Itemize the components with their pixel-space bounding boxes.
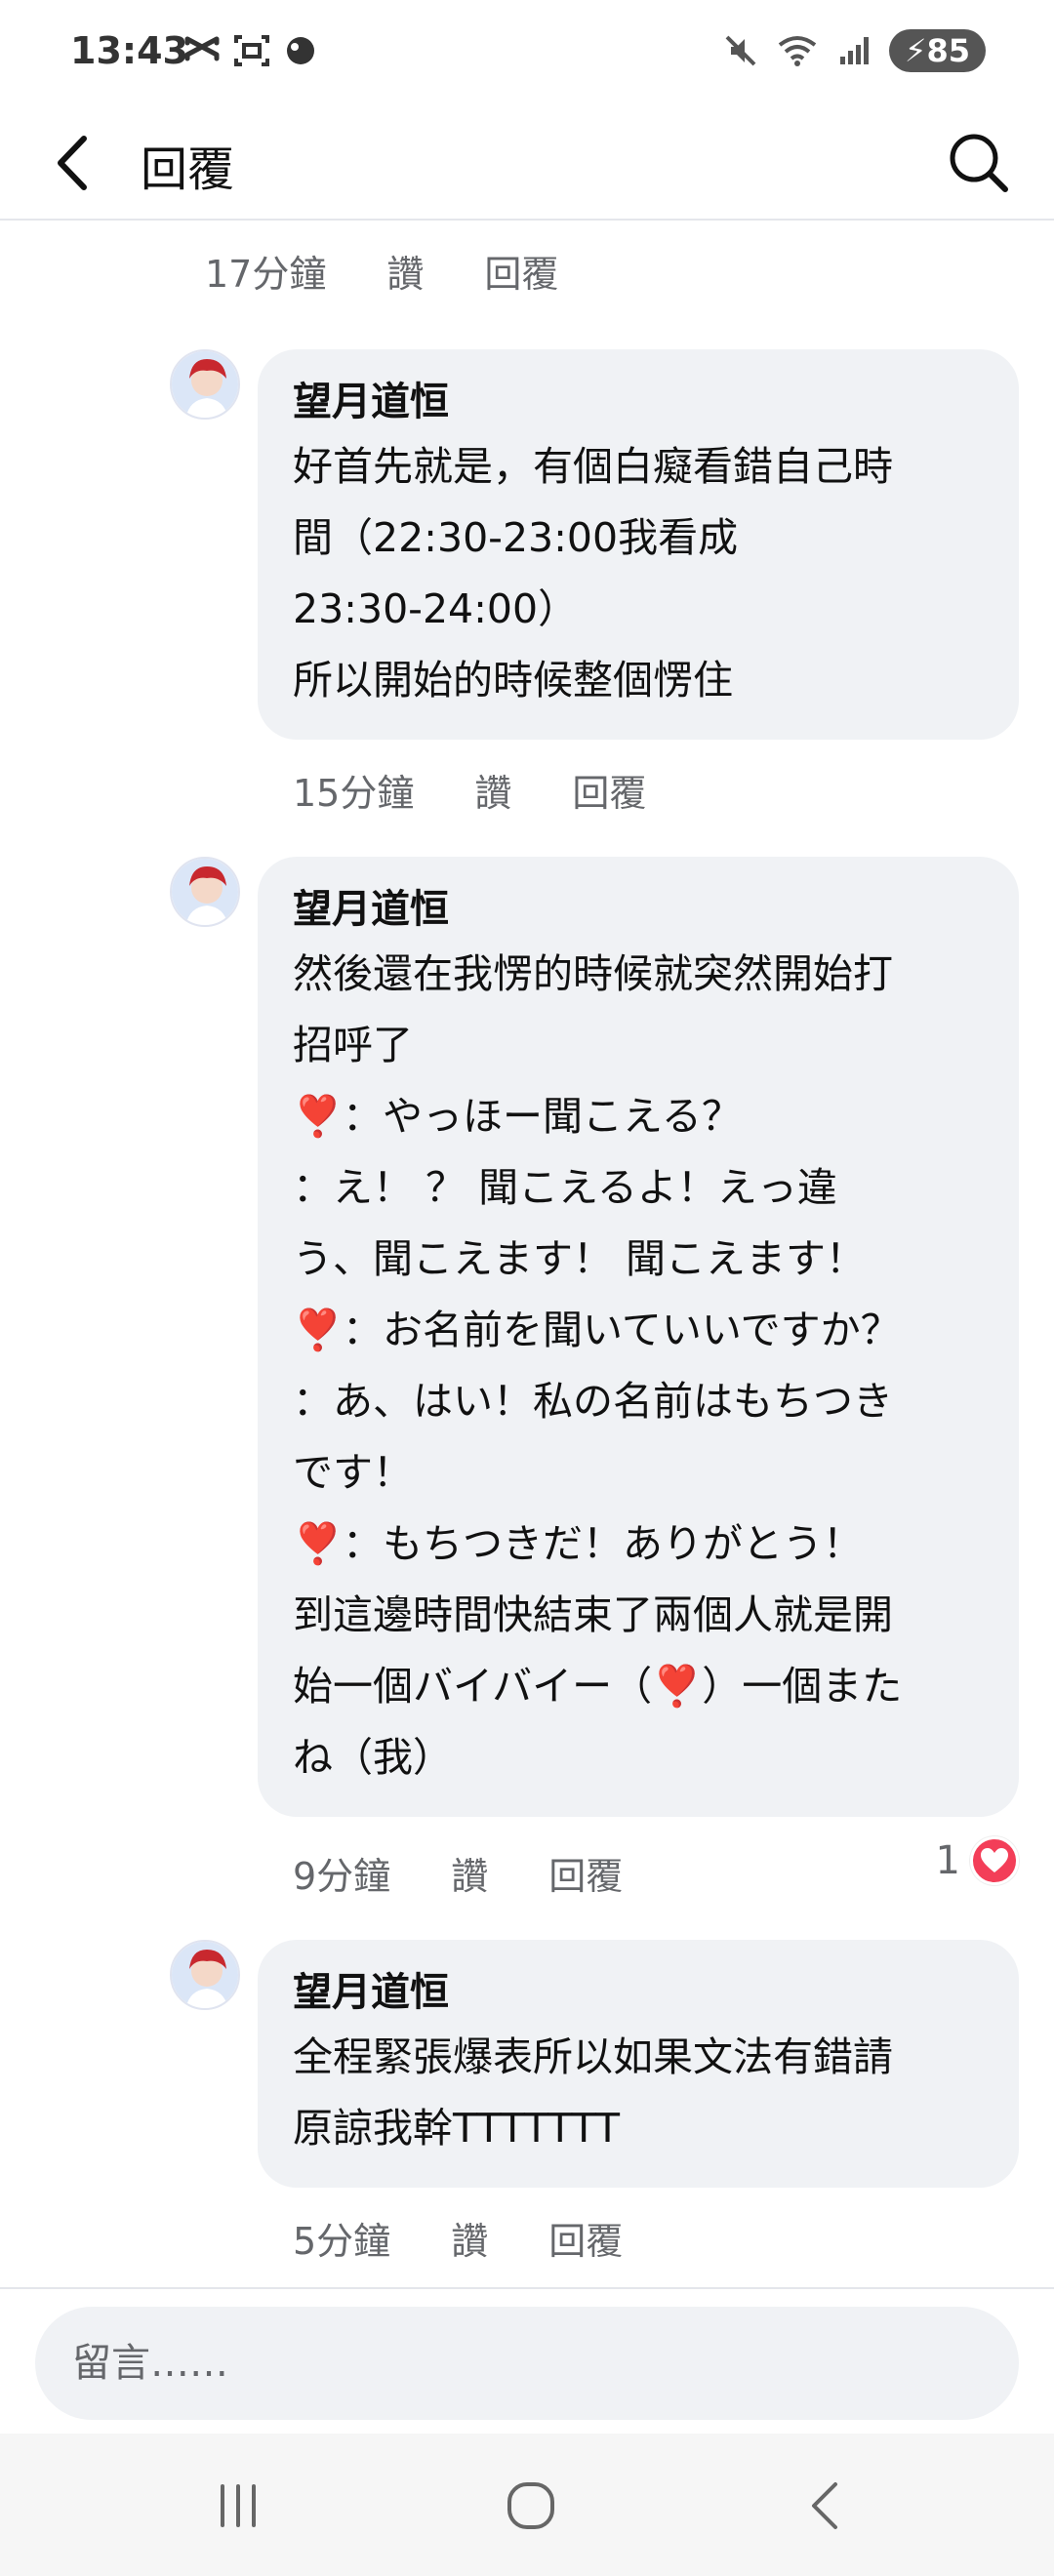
battery-indicator: ⚡85 bbox=[889, 29, 986, 72]
status-icons-right: ⚡85 bbox=[723, 29, 986, 72]
like-button[interactable]: 讚 bbox=[451, 2211, 488, 2265]
comment-time: 5分鐘 bbox=[293, 2220, 391, 2263]
home-icon[interactable] bbox=[492, 2475, 570, 2537]
comment-text-line: 所以開始的時候整個愣住 bbox=[293, 657, 733, 704]
commenter-name[interactable]: 望月道恒 bbox=[293, 880, 982, 939]
comment-time: 15分鐘 bbox=[293, 772, 415, 815]
comment-bubble[interactable]: 望月道恒 全程緊張爆表所以如果文法有錯請 原諒我幹TTTTTTT bbox=[258, 1940, 1019, 2188]
avatar-image bbox=[172, 351, 238, 418]
comment-thread: 17分鐘 讚 回覆 望月道恒 好首先就是，有個白癡看錯自己時 間（22:30-2… bbox=[0, 221, 1054, 2287]
reply-button[interactable]: 回覆 bbox=[548, 1846, 623, 1900]
comment-text-line: 好首先就是，有個白癡看錯自己時 bbox=[293, 443, 893, 490]
comment-meta-row: 15分鐘 讚 回覆 bbox=[293, 763, 646, 817]
system-nav-bar bbox=[0, 2434, 1054, 2576]
comment-text-line: ❣️：もちつきだ！ありがとう！ bbox=[293, 1520, 864, 1567]
comment-text-line: 到這邊時間快結束了兩個人就是開 bbox=[293, 1591, 893, 1638]
comment-text-line: 全程緊張爆表所以如果文法有錯請 bbox=[293, 2033, 893, 2080]
comment-meta-row: 9分鐘 讚 回覆 bbox=[293, 1846, 623, 1900]
status-bar: 13:43 ⚡85 bbox=[0, 0, 1054, 107]
search-icon[interactable] bbox=[943, 127, 1013, 197]
avatar-image bbox=[172, 1942, 238, 2008]
comment-text-line: 始一個バイバイー（❣️）一個また bbox=[293, 1663, 903, 1710]
comment-text-line: 原諒我幹TTTTTTT bbox=[293, 2105, 620, 2152]
comment-text-line: です！ bbox=[293, 1449, 413, 1496]
reply-button[interactable]: 回覆 bbox=[548, 2211, 623, 2265]
mute-icon bbox=[725, 35, 756, 66]
heart-reaction-icon bbox=[970, 1836, 1019, 1885]
back-arrow-icon[interactable] bbox=[45, 129, 103, 197]
comment-time: 17分鐘 bbox=[205, 253, 327, 296]
comment-text-line: う、聞こえます！ 聞こえます！ bbox=[293, 1235, 867, 1282]
comment-text-line: ❣️：やっほー聞こえる？ bbox=[293, 1093, 742, 1140]
status-icons-left bbox=[183, 33, 320, 68]
reaction-count: 1 bbox=[935, 1838, 960, 1883]
comment-text-line: 23:30-24:00） bbox=[293, 585, 579, 632]
comment-time: 9分鐘 bbox=[293, 1855, 391, 1898]
like-button[interactable]: 讚 bbox=[474, 763, 511, 817]
comment-text-line: 招呼了 bbox=[293, 1022, 413, 1068]
status-time: 13:43 bbox=[70, 29, 188, 72]
avatar[interactable] bbox=[170, 1940, 240, 2010]
avatar-image bbox=[172, 859, 238, 925]
comment-input[interactable] bbox=[35, 2307, 1019, 2420]
back-nav-icon[interactable] bbox=[787, 2475, 865, 2537]
recent-apps-icon[interactable] bbox=[199, 2475, 277, 2537]
page-title: 回覆 bbox=[141, 142, 235, 197]
signal-icon bbox=[840, 37, 869, 64]
commenter-name[interactable]: 望月道恒 bbox=[293, 1963, 982, 2022]
like-button[interactable]: 讚 bbox=[451, 1846, 488, 1900]
comment-text-line: ❣️：お名前を聞いていいですか？ bbox=[293, 1307, 901, 1353]
avatar[interactable] bbox=[170, 857, 240, 927]
battery-icon: ⚡ bbox=[905, 32, 927, 69]
comment-meta-row: 17分鐘 讚 回覆 bbox=[205, 244, 558, 298]
screenshot-icon bbox=[234, 35, 269, 66]
commenter-name[interactable]: 望月道恒 bbox=[293, 373, 982, 431]
wifi-icon bbox=[778, 36, 817, 66]
comment-text-line: ：あ、はい！私の名前はもちつき bbox=[293, 1378, 893, 1425]
reply-button[interactable]: 回覆 bbox=[572, 763, 646, 817]
comment-text-line: 間（22:30-23:00我看成 bbox=[293, 514, 739, 561]
reaction-summary[interactable]: 1 bbox=[936, 1836, 1019, 1885]
app-icon bbox=[287, 37, 314, 64]
app-header: 回覆 bbox=[0, 107, 1054, 221]
comment-bubble[interactable]: 望月道恒 好首先就是，有個白癡看錯自己時 間（22:30-23:00我看成 23… bbox=[258, 349, 1019, 740]
comment-meta-row: 5分鐘 讚 回覆 bbox=[293, 2211, 623, 2265]
comment-text-line: ：え！ ？ 聞こえるよ！えっ違 bbox=[293, 1164, 837, 1211]
comment-bubble[interactable]: 望月道恒 然後還在我愣的時候就突然開始打 招呼了 ❣️：やっほー聞こえる？ ：え… bbox=[258, 857, 1019, 1817]
like-button[interactable]: 讚 bbox=[386, 244, 424, 298]
reply-button[interactable]: 回覆 bbox=[484, 244, 558, 298]
battery-level: 85 bbox=[926, 32, 970, 69]
comment-text-line: ね（我） bbox=[293, 1734, 453, 1781]
capcut-icon bbox=[184, 36, 220, 61]
comment-text-line: 然後還在我愣的時候就突然開始打 bbox=[293, 950, 893, 997]
comment-composer bbox=[0, 2287, 1054, 2434]
avatar[interactable] bbox=[170, 349, 240, 420]
